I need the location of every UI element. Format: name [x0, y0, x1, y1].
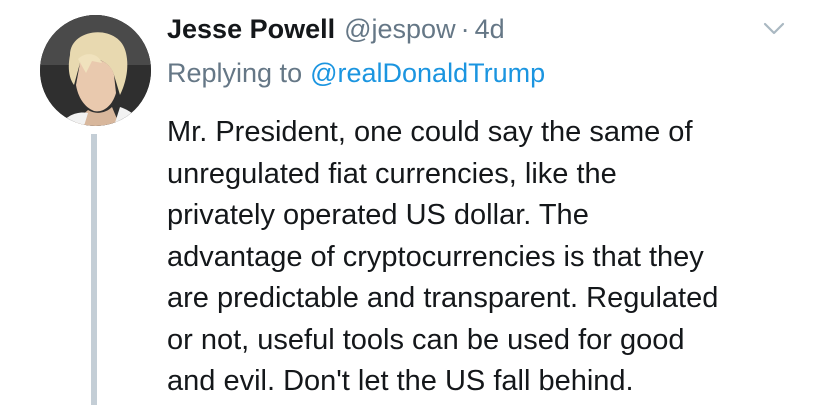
- tweet-text-line: or not, useful tools can be used for goo…: [167, 323, 685, 356]
- author-name[interactable]: Jesse Powell: [167, 14, 335, 45]
- tweet-text-line: are predictable and transparent. Regulat…: [167, 282, 719, 314]
- tweet-text-line: advantage of cryptocurrencies is that th…: [167, 240, 704, 273]
- avatar-image: [40, 15, 151, 126]
- tweet-text: Mr. President, one could say the same of…: [167, 112, 807, 403]
- tweet-text-line: Mr. President, one could say the same of: [167, 116, 693, 148]
- replying-to-mention[interactable]: @realDonaldTrump: [310, 58, 545, 88]
- separator-dot: ·: [460, 14, 470, 44]
- thread-line: [91, 134, 97, 405]
- tweet-header: Jesse Powell @jespow · 4d: [167, 14, 505, 50]
- timestamp[interactable]: 4d: [475, 14, 505, 45]
- replying-to: Replying to @realDonaldTrump: [167, 58, 545, 89]
- tweet-text-line: unregulated fiat currencies, like the: [167, 157, 617, 190]
- tweet: Jesse Powell @jespow · 4d Replying to @re…: [0, 0, 828, 405]
- avatar[interactable]: [40, 15, 151, 126]
- replying-to-label: Replying to: [167, 58, 303, 88]
- chevron-down-icon[interactable]: [763, 22, 785, 36]
- tweet-text-line: and evil. Don't let the US fall behind.: [167, 365, 634, 397]
- tweet-text-line: privately operated US dollar. The: [167, 199, 589, 231]
- author-handle[interactable]: @jespow: [344, 14, 455, 45]
